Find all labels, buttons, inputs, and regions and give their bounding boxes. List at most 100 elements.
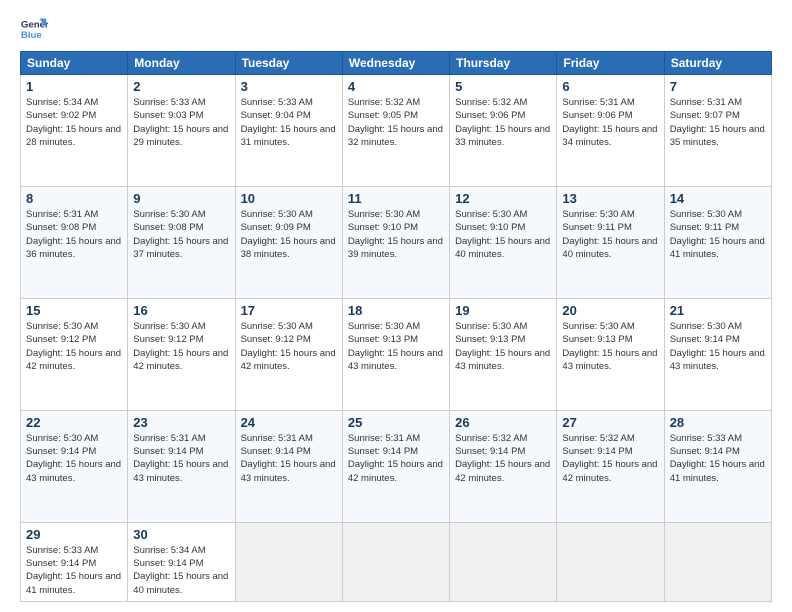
daylight-label: Daylight: 15 hours and 40 minutes. <box>455 236 550 260</box>
day-number: 26 <box>455 415 551 430</box>
day-number: 18 <box>348 303 444 318</box>
day-info: Sunrise: 5:30 AM Sunset: 9:13 PM Dayligh… <box>562 320 658 373</box>
table-row <box>557 522 664 601</box>
daylight-label: Daylight: 15 hours and 40 minutes. <box>133 571 228 595</box>
daylight-label: Daylight: 15 hours and 38 minutes. <box>241 236 336 260</box>
daylight-label: Daylight: 15 hours and 40 minutes. <box>562 236 657 260</box>
day-number: 10 <box>241 191 337 206</box>
sunset-label: Sunset: 9:14 PM <box>26 558 96 569</box>
day-number: 15 <box>26 303 122 318</box>
day-info: Sunrise: 5:30 AM Sunset: 9:14 PM Dayligh… <box>670 320 766 373</box>
sunset-label: Sunset: 9:07 PM <box>670 110 740 121</box>
sunset-label: Sunset: 9:13 PM <box>562 334 632 345</box>
day-info: Sunrise: 5:30 AM Sunset: 9:10 PM Dayligh… <box>348 208 444 261</box>
sunset-label: Sunset: 9:06 PM <box>455 110 525 121</box>
daylight-label: Daylight: 15 hours and 42 minutes. <box>455 459 550 483</box>
daylight-label: Daylight: 15 hours and 36 minutes. <box>26 236 121 260</box>
table-row <box>342 522 449 601</box>
day-info: Sunrise: 5:33 AM Sunset: 9:03 PM Dayligh… <box>133 96 229 149</box>
logo: General Blue <box>20 15 52 43</box>
day-info: Sunrise: 5:30 AM Sunset: 9:12 PM Dayligh… <box>133 320 229 373</box>
daylight-label: Daylight: 15 hours and 29 minutes. <box>133 124 228 148</box>
header-row: Sunday Monday Tuesday Wednesday Thursday… <box>21 52 772 75</box>
day-number: 6 <box>562 79 658 94</box>
day-info: Sunrise: 5:30 AM Sunset: 9:08 PM Dayligh… <box>133 208 229 261</box>
sunset-label: Sunset: 9:10 PM <box>455 222 525 233</box>
daylight-label: Daylight: 15 hours and 42 minutes. <box>26 348 121 372</box>
daylight-label: Daylight: 15 hours and 42 minutes. <box>562 459 657 483</box>
sunset-label: Sunset: 9:04 PM <box>241 110 311 121</box>
sunrise-label: Sunrise: 5:30 AM <box>241 321 313 332</box>
sunrise-label: Sunrise: 5:34 AM <box>133 545 205 556</box>
day-number: 5 <box>455 79 551 94</box>
sunset-label: Sunset: 9:11 PM <box>670 222 740 233</box>
day-info: Sunrise: 5:31 AM Sunset: 9:07 PM Dayligh… <box>670 96 766 149</box>
table-row: 16 Sunrise: 5:30 AM Sunset: 9:12 PM Dayl… <box>128 298 235 410</box>
sunset-label: Sunset: 9:11 PM <box>562 222 632 233</box>
day-info: Sunrise: 5:30 AM Sunset: 9:13 PM Dayligh… <box>455 320 551 373</box>
sunrise-label: Sunrise: 5:30 AM <box>455 209 527 220</box>
table-row: 29 Sunrise: 5:33 AM Sunset: 9:14 PM Dayl… <box>21 522 128 601</box>
sunset-label: Sunset: 9:12 PM <box>133 334 203 345</box>
table-row: 25 Sunrise: 5:31 AM Sunset: 9:14 PM Dayl… <box>342 410 449 522</box>
col-wednesday: Wednesday <box>342 52 449 75</box>
sunrise-label: Sunrise: 5:30 AM <box>133 209 205 220</box>
daylight-label: Daylight: 15 hours and 43 minutes. <box>26 459 121 483</box>
table-row: 20 Sunrise: 5:30 AM Sunset: 9:13 PM Dayl… <box>557 298 664 410</box>
table-row: 21 Sunrise: 5:30 AM Sunset: 9:14 PM Dayl… <box>664 298 771 410</box>
day-info: Sunrise: 5:31 AM Sunset: 9:14 PM Dayligh… <box>241 432 337 485</box>
table-row: 10 Sunrise: 5:30 AM Sunset: 9:09 PM Dayl… <box>235 186 342 298</box>
day-number: 29 <box>26 527 122 542</box>
daylight-label: Daylight: 15 hours and 41 minutes. <box>670 459 765 483</box>
sunrise-label: Sunrise: 5:30 AM <box>241 209 313 220</box>
sunset-label: Sunset: 9:09 PM <box>241 222 311 233</box>
sunrise-label: Sunrise: 5:31 AM <box>348 433 420 444</box>
day-number: 4 <box>348 79 444 94</box>
day-info: Sunrise: 5:31 AM Sunset: 9:14 PM Dayligh… <box>348 432 444 485</box>
svg-text:Blue: Blue <box>21 30 42 41</box>
table-row: 1 Sunrise: 5:34 AM Sunset: 9:02 PM Dayli… <box>21 75 128 187</box>
table-row: 3 Sunrise: 5:33 AM Sunset: 9:04 PM Dayli… <box>235 75 342 187</box>
table-row: 24 Sunrise: 5:31 AM Sunset: 9:14 PM Dayl… <box>235 410 342 522</box>
sunrise-label: Sunrise: 5:34 AM <box>26 97 98 108</box>
table-row: 23 Sunrise: 5:31 AM Sunset: 9:14 PM Dayl… <box>128 410 235 522</box>
day-info: Sunrise: 5:30 AM Sunset: 9:11 PM Dayligh… <box>670 208 766 261</box>
day-number: 21 <box>670 303 766 318</box>
table-row: 17 Sunrise: 5:30 AM Sunset: 9:12 PM Dayl… <box>235 298 342 410</box>
col-monday: Monday <box>128 52 235 75</box>
table-row: 4 Sunrise: 5:32 AM Sunset: 9:05 PM Dayli… <box>342 75 449 187</box>
calendar-row: 22 Sunrise: 5:30 AM Sunset: 9:14 PM Dayl… <box>21 410 772 522</box>
table-row: 30 Sunrise: 5:34 AM Sunset: 9:14 PM Dayl… <box>128 522 235 601</box>
sunrise-label: Sunrise: 5:30 AM <box>26 321 98 332</box>
sunset-label: Sunset: 9:14 PM <box>26 446 96 457</box>
day-number: 19 <box>455 303 551 318</box>
sunrise-label: Sunrise: 5:31 AM <box>562 97 634 108</box>
day-number: 2 <box>133 79 229 94</box>
sunset-label: Sunset: 9:13 PM <box>455 334 525 345</box>
day-info: Sunrise: 5:30 AM Sunset: 9:11 PM Dayligh… <box>562 208 658 261</box>
sunset-label: Sunset: 9:12 PM <box>26 334 96 345</box>
sunrise-label: Sunrise: 5:33 AM <box>241 97 313 108</box>
daylight-label: Daylight: 15 hours and 43 minutes. <box>241 459 336 483</box>
day-info: Sunrise: 5:32 AM Sunset: 9:14 PM Dayligh… <box>562 432 658 485</box>
calendar-row: 8 Sunrise: 5:31 AM Sunset: 9:08 PM Dayli… <box>21 186 772 298</box>
sunset-label: Sunset: 9:14 PM <box>670 446 740 457</box>
table-row <box>664 522 771 601</box>
daylight-label: Daylight: 15 hours and 42 minutes. <box>133 348 228 372</box>
col-sunday: Sunday <box>21 52 128 75</box>
sunrise-label: Sunrise: 5:30 AM <box>670 209 742 220</box>
table-row: 15 Sunrise: 5:30 AM Sunset: 9:12 PM Dayl… <box>21 298 128 410</box>
sunset-label: Sunset: 9:08 PM <box>133 222 203 233</box>
table-row: 26 Sunrise: 5:32 AM Sunset: 9:14 PM Dayl… <box>450 410 557 522</box>
sunrise-label: Sunrise: 5:33 AM <box>133 97 205 108</box>
day-number: 20 <box>562 303 658 318</box>
daylight-label: Daylight: 15 hours and 39 minutes. <box>348 236 443 260</box>
day-number: 12 <box>455 191 551 206</box>
sunrise-label: Sunrise: 5:30 AM <box>562 321 634 332</box>
table-row: 7 Sunrise: 5:31 AM Sunset: 9:07 PM Dayli… <box>664 75 771 187</box>
day-number: 14 <box>670 191 766 206</box>
day-number: 8 <box>26 191 122 206</box>
day-number: 11 <box>348 191 444 206</box>
table-row: 19 Sunrise: 5:30 AM Sunset: 9:13 PM Dayl… <box>450 298 557 410</box>
col-tuesday: Tuesday <box>235 52 342 75</box>
